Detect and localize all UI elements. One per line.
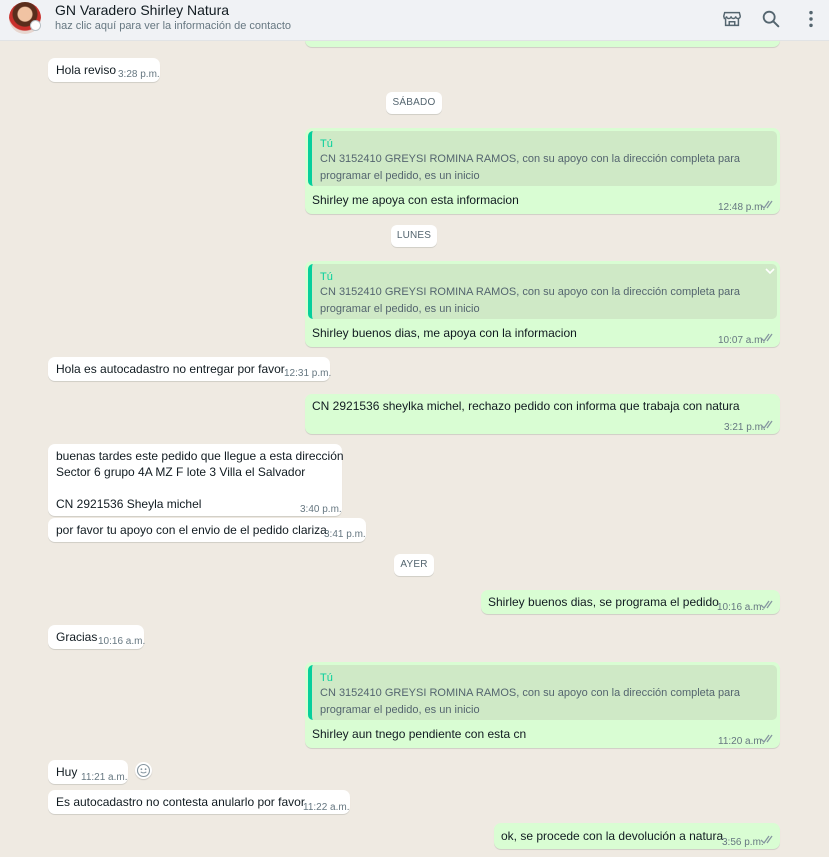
message-list[interactable]: Hola reviso 3:28 p.m. SÁBADO Tú CN 31524…	[0, 31, 829, 857]
message-text: Hola es autocadastro no entregar por fav…	[56, 362, 285, 376]
chat-subtitle[interactable]: haz clic aquí para ver la información de…	[55, 20, 291, 32]
message-time: 12:48 p.m.	[718, 202, 766, 213]
double-check-icon	[760, 200, 773, 210]
message-text: Shirley buenos dias, se programa el pedi…	[488, 595, 719, 609]
status-badge-icon	[30, 20, 41, 31]
message-text: Huy	[56, 765, 78, 779]
message-time: 3:28 p.m.	[118, 69, 160, 80]
message-text: Shirley buenos dias, me apoya con la inf…	[312, 326, 577, 340]
message-time: 11:22 a.m.	[303, 802, 350, 813]
quote-author: Tú	[320, 672, 333, 684]
double-check-icon	[760, 420, 773, 430]
message-time: 3:40 p.m.	[300, 504, 342, 515]
smiley-icon	[136, 763, 151, 778]
message-text: Shirley aun tnego pendiente con esta cn	[312, 727, 527, 741]
date-divider: LUNES	[391, 225, 437, 247]
message-time: 11:20 a.m.	[718, 736, 765, 747]
quote-author: Tú	[320, 271, 333, 283]
message-text: Gracias	[56, 630, 98, 644]
date-divider: SÁBADO	[386, 92, 442, 114]
shop-icon[interactable]	[721, 8, 743, 30]
quoted-message[interactable]: Tú CN 3152410 GREYSI ROMINA RAMOS, con s…	[308, 665, 777, 720]
message-time: 10:07 a.m.	[718, 335, 766, 346]
message-outgoing[interactable]: Tú CN 3152410 GREYSI ROMINA RAMOS, con s…	[305, 128, 780, 214]
message-text: Shirley me apoya con esta informacion	[312, 193, 519, 207]
message-text: por favor tu apoyo con el envio de el pe…	[56, 523, 327, 537]
message-text: Hola reviso	[56, 63, 117, 77]
chat-header[interactable]: GN Varadero Shirley Natura haz clic aquí…	[0, 0, 829, 41]
double-check-icon	[760, 333, 773, 343]
message-time: 3:41 p.m.	[324, 529, 366, 540]
message-outgoing[interactable]: ok, se procede con la devolución a natur…	[494, 823, 780, 849]
message-incoming[interactable]: Hola reviso 3:28 p.m.	[48, 58, 160, 82]
search-icon[interactable]	[760, 8, 782, 30]
quote-author: Tú	[320, 138, 333, 150]
message-time: 11:21 a.m.	[81, 772, 128, 783]
double-check-icon	[760, 734, 773, 744]
quoted-message[interactable]: Tú CN 3152410 GREYSI ROMINA RAMOS, con s…	[308, 264, 777, 319]
message-incoming[interactable]: Huy 11:21 a.m.	[48, 760, 128, 784]
message-text: Es autocadastro no contesta anularlo por…	[56, 795, 305, 809]
message-outgoing[interactable]: Tú CN 3152410 GREYSI ROMINA RAMOS, con s…	[305, 662, 780, 748]
message-time: 3:56 p.m.	[722, 837, 764, 848]
message-time: 10:16 a.m.	[98, 636, 146, 647]
double-check-icon	[760, 835, 773, 845]
message-incoming[interactable]: Es autocadastro no contesta anularlo por…	[48, 790, 350, 814]
chevron-down-icon[interactable]	[764, 266, 776, 276]
menu-icon[interactable]	[800, 8, 822, 30]
message-outgoing[interactable]: Tú CN 3152410 GREYSI ROMINA RAMOS, con s…	[305, 261, 780, 347]
message-incoming[interactable]: por favor tu apoyo con el envio de el pe…	[48, 518, 366, 542]
quote-text: CN 3152410 GREYSI ROMINA RAMOS, con su a…	[320, 687, 741, 716]
message-incoming[interactable]: Hola es autocadastro no entregar por fav…	[48, 357, 332, 381]
chat-title[interactable]: GN Varadero Shirley Natura	[55, 2, 229, 18]
message-text: ok, se procede con la devolución a natur…	[501, 829, 724, 843]
message-outgoing[interactable]: CN 2921536 sheylka michel, rechazo pedid…	[305, 394, 780, 434]
double-check-icon	[760, 600, 773, 610]
date-divider: AYER	[394, 554, 434, 576]
emoji-reaction-button[interactable]	[135, 762, 152, 779]
quote-text: CN 3152410 GREYSI ROMINA RAMOS, con su a…	[320, 153, 741, 182]
message-incoming[interactable]: Gracias 10:16 a.m.	[48, 625, 146, 649]
message-time: 10:16 a.m.	[717, 602, 765, 613]
message-outgoing[interactable]: Shirley buenos dias, se programa el pedi…	[481, 590, 780, 614]
quoted-message[interactable]: Tú CN 3152410 GREYSI ROMINA RAMOS, con s…	[308, 131, 777, 186]
message-text: CN 2921536 sheylka michel, rechazo pedid…	[312, 399, 740, 413]
message-time: 12:31 p.m.	[284, 368, 332, 379]
message-incoming[interactable]: buenas tardes este pedido que llegue a e…	[48, 444, 344, 516]
quote-text: CN 3152410 GREYSI ROMINA RAMOS, con su a…	[320, 286, 741, 315]
